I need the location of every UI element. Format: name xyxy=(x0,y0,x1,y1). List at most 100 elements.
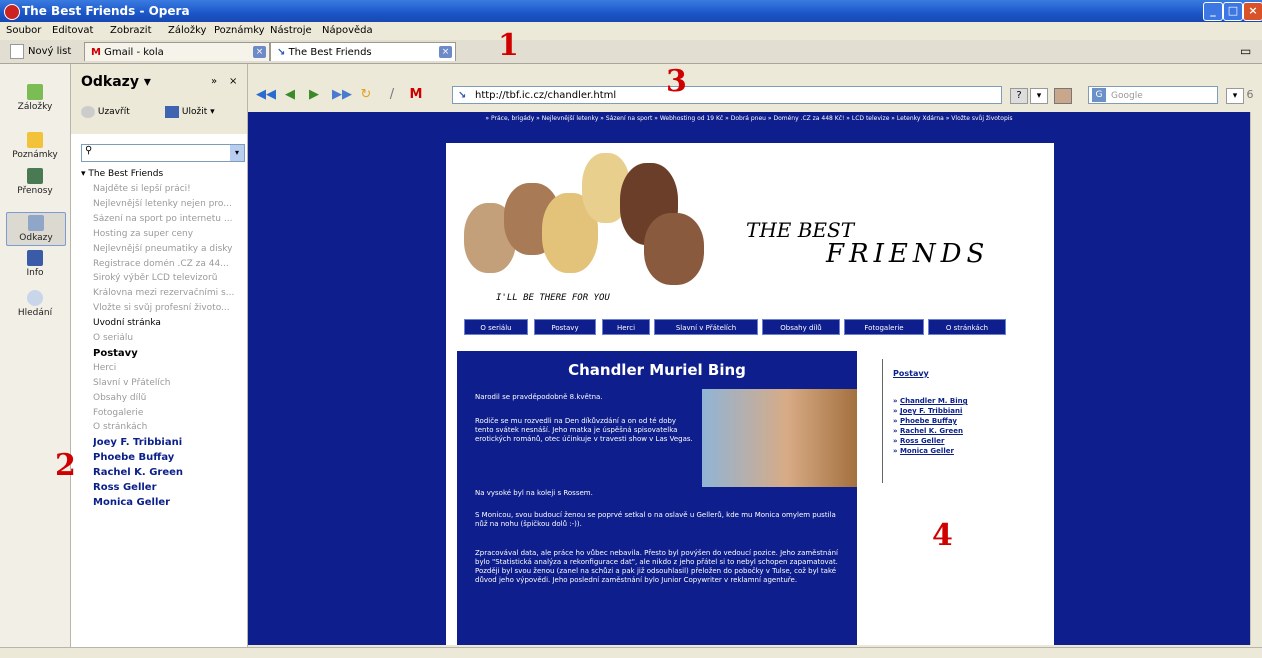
wand-icon[interactable] xyxy=(1054,88,1072,104)
link-item[interactable]: Rachel K. Green xyxy=(93,467,243,478)
marker-1: 1 xyxy=(498,28,519,63)
pen-icon[interactable]: / xyxy=(384,88,400,102)
close-tab-icon[interactable]: × xyxy=(253,46,266,58)
rewind-icon[interactable]: ◀◀ xyxy=(256,88,276,102)
search-icon xyxy=(27,290,43,306)
links-panel-title: Odkazy ▾ xyxy=(81,74,151,90)
menu-tools[interactable]: Nástroje xyxy=(270,25,312,36)
ads-bar[interactable]: » Práce, brigády » Nejlevnější letenky »… xyxy=(248,112,1250,126)
bullet-icon: » xyxy=(893,437,900,445)
close-link-icon xyxy=(81,105,95,118)
link-item[interactable]: O seriálu xyxy=(93,333,243,343)
address-bar[interactable]: ↘ http://tbf.ic.cz/chandler.html xyxy=(452,86,1002,104)
maximize-button[interactable]: □ xyxy=(1223,2,1243,21)
reload-icon[interactable]: ↻ xyxy=(358,88,374,102)
nav-o-serialu[interactable]: O seriálu xyxy=(464,319,528,335)
nav-obsahy[interactable]: Obsahy dílů xyxy=(762,319,840,335)
close-tab-icon[interactable]: × xyxy=(439,46,452,58)
new-tab-button[interactable]: Nový list xyxy=(4,42,82,61)
sidebar-link[interactable]: » Monica Geller xyxy=(893,447,954,455)
marker-3: 3 xyxy=(666,64,687,99)
back-icon[interactable]: ◀ xyxy=(282,88,298,102)
link-item[interactable]: Slavní v Přátelích xyxy=(93,378,243,388)
sidebar-link[interactable]: » Chandler M. Bing xyxy=(893,397,968,405)
panel-expand-icon[interactable]: » xyxy=(211,76,217,87)
forward-icon[interactable]: ▶ xyxy=(306,88,322,102)
close-button[interactable]: × xyxy=(1243,2,1262,21)
link-item[interactable]: Herci xyxy=(93,363,243,373)
link-item[interactable]: Registrace domén .CZ za 44... xyxy=(93,259,243,269)
panel-transfers[interactable]: Přenosy xyxy=(6,168,64,196)
sidebar-link[interactable]: » Phoebe Buffay xyxy=(893,417,957,425)
nav-slavni[interactable]: Slavní v Přátelích xyxy=(654,319,758,335)
link-item[interactable]: Obsahy dílů xyxy=(93,393,243,403)
nav-postavy[interactable]: Postavy xyxy=(534,319,596,335)
menu-view[interactable]: Zobrazit xyxy=(110,25,152,36)
sidebar-title[interactable]: Postavy xyxy=(893,369,929,378)
panel-notes[interactable]: Poznámky xyxy=(6,132,64,160)
gmail-icon[interactable]: M xyxy=(408,88,424,102)
link-item[interactable]: Široký výběr LCD televizorů xyxy=(93,273,243,283)
zoom-icon[interactable]: 6 xyxy=(1242,88,1258,102)
menu-bookmarks[interactable]: Záložky xyxy=(168,25,206,36)
nav-fotogalerie[interactable]: Fotogalerie xyxy=(844,319,924,335)
panel-close-icon[interactable]: × xyxy=(229,76,237,87)
tab-menu-icon[interactable]: ▭ xyxy=(1240,44,1251,58)
page-icon: ↘ xyxy=(458,90,467,101)
link-item[interactable]: Joey F. Tribbiani xyxy=(93,437,243,448)
link-item[interactable]: O stránkách xyxy=(93,422,243,432)
link-item[interactable]: Vložte si svůj profesní životo... xyxy=(93,303,243,313)
google-search-input[interactable]: G Google xyxy=(1088,86,1218,104)
link-item[interactable]: Královna mezi rezervačními s... xyxy=(93,288,243,298)
search-icon: ⚲ xyxy=(85,145,93,156)
address-text: http://tbf.ic.cz/chandler.html xyxy=(475,90,617,101)
menu-notes[interactable]: Poznámky xyxy=(214,25,265,36)
panel-search[interactable]: Hledání xyxy=(6,290,64,318)
search-dropdown-icon[interactable]: ▾ xyxy=(230,145,244,161)
vertical-scrollbar[interactable] xyxy=(1250,112,1262,645)
link-item[interactable]: Ross Geller xyxy=(93,482,243,493)
title-bar: The Best Friends - Opera _ □ × xyxy=(0,0,1262,22)
panel-links[interactable]: Odkazy xyxy=(6,212,66,246)
link-item[interactable]: Nejlevnější pneumatiky a disky xyxy=(93,244,243,254)
sidebar-link-label: Joey F. Tribbiani xyxy=(899,407,963,415)
help-icon[interactable]: ? xyxy=(1010,88,1028,104)
link-item[interactable]: Sázení na sport po internetu ... xyxy=(93,214,243,224)
link-item[interactable]: Najděte si lepší práci! xyxy=(93,184,243,194)
link-item[interactable]: Fotogalerie xyxy=(93,408,243,418)
links-search-input[interactable]: ⚲ ▾ xyxy=(81,144,245,162)
link-item[interactable]: Monica Geller xyxy=(93,497,243,508)
nav-herci[interactable]: Herci xyxy=(602,319,650,335)
link-item[interactable]: Phoebe Buffay xyxy=(93,452,243,463)
marker-4: 4 xyxy=(932,518,953,553)
nav-o-strankach[interactable]: O stránkách xyxy=(928,319,1006,335)
bullet-icon: » xyxy=(893,447,900,455)
tab-the-best-friends[interactable]: ↘ The Best Friends × xyxy=(270,42,456,61)
sidebar-link[interactable]: » Ross Geller xyxy=(893,437,944,445)
save-link-button[interactable]: Uložit ▾ xyxy=(165,104,215,120)
tab-gmail[interactable]: M Gmail - kola × xyxy=(84,42,270,61)
menu-edit[interactable]: Editovat xyxy=(52,25,93,36)
panel-bookmarks[interactable]: Záložky xyxy=(6,84,64,112)
sidebar-link[interactable]: » Rachel K. Green xyxy=(893,427,963,435)
link-item[interactable]: Postavy xyxy=(93,348,243,359)
save-icon xyxy=(165,105,179,118)
address-dropdown-icon[interactable]: ▾ xyxy=(1030,88,1048,104)
fast-forward-icon[interactable]: ▶▶ xyxy=(332,88,352,102)
window-title: The Best Friends - Opera xyxy=(22,4,190,18)
links-panel: Odkazy ▾ » × Uzavřít Uložit ▾ ⚲ ▾ ▾ The … xyxy=(71,64,248,647)
menu-help[interactable]: Nápověda xyxy=(322,25,373,36)
close-link-button[interactable]: Uzavřít xyxy=(81,104,130,120)
bullet-icon: » xyxy=(893,397,900,405)
link-item[interactable]: Nejlevnější letenky nejen pro... xyxy=(93,199,243,209)
navigation-toolbar: ◀◀ ◀ ▶ ▶▶ ↻ / M ↘ http://tbf.ic.cz/chand… xyxy=(248,82,1262,110)
tree-root[interactable]: ▾ The Best Friends xyxy=(81,169,163,179)
minimize-button[interactable]: _ xyxy=(1203,2,1223,21)
menu-file[interactable]: Soubor xyxy=(6,25,41,36)
article-heading: Chandler Muriel Bing xyxy=(568,361,746,379)
link-item[interactable]: Úvodní stránka xyxy=(93,318,243,328)
sidebar-link[interactable]: » Joey F. Tribbiani xyxy=(893,407,962,415)
article-paragraph: S Monicou, svou budoucí ženou se poprvé … xyxy=(475,511,836,528)
link-item[interactable]: Hosting za super ceny xyxy=(93,229,243,239)
panel-info[interactable]: Info xyxy=(6,250,64,278)
